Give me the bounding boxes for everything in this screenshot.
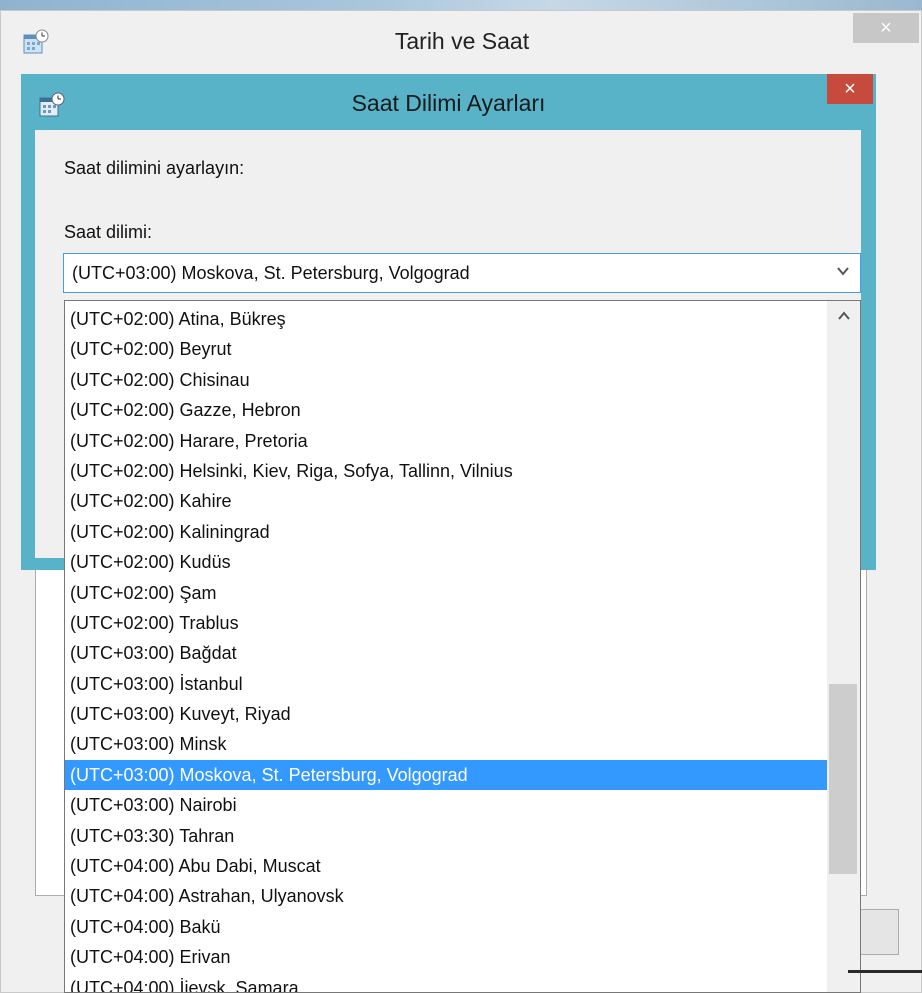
desktop-edge — [848, 970, 922, 973]
set-timezone-prompt: Saat dilimini ayarlayın: — [64, 158, 245, 178]
dialog-close-button[interactable]: × — [827, 74, 873, 104]
timezone-option[interactable]: (UTC+04:00) Bakü — [65, 912, 829, 942]
scroll-up-icon[interactable] — [827, 305, 860, 333]
timezone-option-selected[interactable]: (UTC+03:00) Moskova, St. Petersburg, Vol… — [65, 759, 829, 791]
timezone-options: (UTC+02:00) Atina, Bükreş (UTC+02:00) Bey… — [65, 304, 829, 992]
timezone-option[interactable]: (UTC+03:00) Minsk — [65, 729, 829, 759]
outer-window-title: Tarih ve Saat — [394, 28, 530, 54]
timezone-label: Saat dilimi: — [64, 222, 153, 242]
chevron-down-icon[interactable] — [836, 262, 850, 283]
outer-titlebar: Tarih ve Saat × — [1, 11, 921, 73]
timezone-option[interactable]: (UTC+04:00) Erivan — [65, 942, 829, 972]
timezone-option[interactable]: (UTC+03:00) İstanbul — [65, 669, 829, 699]
timezone-option[interactable]: (UTC+04:00) Astrahan, Ulyanovsk — [65, 881, 829, 911]
timezone-option[interactable]: (UTC+02:00) Gazze, Hebron — [65, 395, 829, 425]
timezone-option[interactable]: (UTC+02:00) Kahire — [65, 486, 829, 516]
timezone-option[interactable]: (UTC+02:00) Trablus — [65, 608, 829, 638]
dropdown-scrollbar[interactable] — [827, 301, 860, 992]
timezone-option[interactable]: (UTC+03:30) Tahran — [65, 821, 829, 851]
combobox-selected-value: (UTC+03:00) Moskova, St. Petersburg, Vol… — [72, 263, 470, 283]
timezone-dropdown-list[interactable]: (UTC+02:00) Atina, Bükreş (UTC+02:00) Bey… — [64, 300, 861, 993]
timezone-option[interactable]: (UTC+02:00) Beyrut — [65, 334, 829, 364]
scrollbar-thumb[interactable] — [829, 684, 857, 874]
timezone-combobox[interactable]: (UTC+03:00) Moskova, St. Petersburg, Vol… — [63, 253, 861, 293]
timezone-option[interactable]: (UTC+04:00) İjevsk, Samara — [65, 973, 829, 992]
timezone-option[interactable]: (UTC+03:00) Nairobi — [65, 790, 829, 820]
timezone-option[interactable]: (UTC+02:00) Kaliningrad — [65, 517, 829, 547]
dialog-title: Saat Dilimi Ayarları — [351, 90, 546, 116]
timezone-option[interactable]: (UTC+03:00) Bağdat — [65, 638, 829, 668]
timezone-option[interactable]: (UTC+02:00) Chisinau — [65, 365, 829, 395]
timezone-option[interactable]: (UTC+02:00) Helsinki, Kiev, Riga, Sofya,… — [65, 456, 829, 486]
timezone-option[interactable]: (UTC+02:00) Şam — [65, 578, 829, 608]
outer-close-button[interactable]: × — [853, 13, 919, 43]
timezone-option[interactable]: (UTC+02:00) Kudüs — [65, 547, 829, 577]
timezone-option[interactable]: (UTC+02:00) Harare, Pretoria — [65, 426, 829, 456]
timezone-option[interactable]: (UTC+04:00) Abu Dabi, Muscat — [65, 851, 829, 881]
timezone-option[interactable]: (UTC+02:00) Atina, Bükreş — [65, 304, 829, 334]
timezone-option[interactable]: (UTC+03:00) Kuveyt, Riyad — [65, 699, 829, 729]
